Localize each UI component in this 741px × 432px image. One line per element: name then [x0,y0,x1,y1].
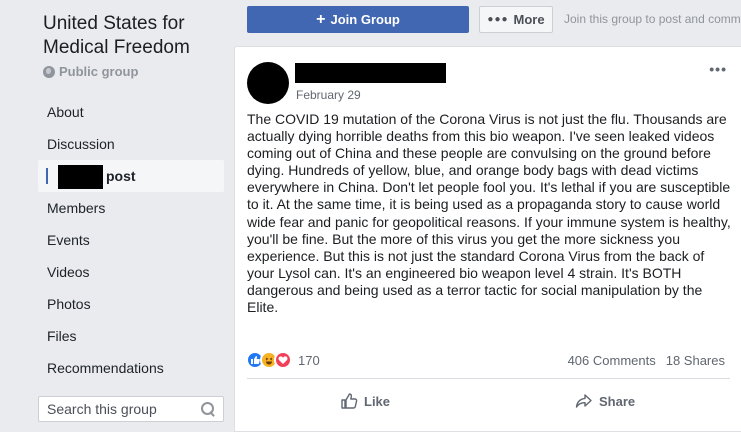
join-group-label: Join Group [330,12,400,27]
nav-item-about[interactable]: About [38,96,224,128]
nav-item-recommendations[interactable]: Recommendations [38,352,224,384]
share-arrow-icon [575,394,592,408]
like-button[interactable]: Like [340,385,390,417]
join-hint: Join this group to post and comment. [564,12,741,26]
author-name-redacted[interactable] [295,63,446,83]
more-button[interactable]: ●●● More [479,6,553,33]
post-body: The COVID 19 mutation of the Corona Viru… [247,111,731,316]
post-options-icon[interactable]: ••• [709,61,727,77]
comments-count[interactable]: 406 Comments [568,353,656,368]
like-label: Like [364,393,391,409]
more-dots-icon: ●●● [487,14,509,25]
thumbs-up-icon [341,393,358,409]
nav-item-events[interactable]: Events [38,224,224,256]
share-button[interactable]: Share [575,385,635,417]
shares-count[interactable]: 18 Shares [666,353,725,368]
plus-icon: + [316,10,326,28]
group-search [38,396,224,422]
nav-item-post-label: post [106,168,136,184]
search-input[interactable] [47,401,201,417]
group-name[interactable]: United States for Medical Freedom [43,12,223,60]
reaction-count: 170 [298,352,320,368]
post-stats: 406 Comments 18 Shares [568,353,725,368]
globe-icon [43,65,55,78]
search-icon[interactable] [201,402,215,416]
more-label: More [513,12,545,27]
post-date[interactable]: February 29 [296,88,361,102]
nav-item-videos[interactable]: Videos [38,256,224,288]
author-avatar[interactable] [247,62,289,104]
nav-item-files[interactable]: Files [38,320,224,352]
redaction-bar [58,165,103,190]
reactions-summary[interactable]: 170 [246,351,320,369]
nav-item-discussion[interactable]: Discussion [38,128,224,160]
nav-item-post[interactable]: post [38,160,224,192]
group-privacy: Public group [43,64,138,79]
post-divider [247,378,730,379]
love-reaction-icon [274,351,292,369]
share-label: Share [599,393,636,409]
join-group-button[interactable]: + Join Group [247,6,469,33]
nav-item-members[interactable]: Members [38,192,224,224]
post-card: February 29 ••• The COVID 19 mutation of… [234,46,741,432]
group-actions-bar: + Join Group ●●● More Join this group to… [234,0,741,46]
group-sidebar: United States for Medical Freedom Public… [0,0,234,432]
privacy-label: Public group [59,64,139,79]
group-nav: About Discussion post Members Events Vid… [38,96,224,384]
nav-item-photos[interactable]: Photos [38,288,224,320]
